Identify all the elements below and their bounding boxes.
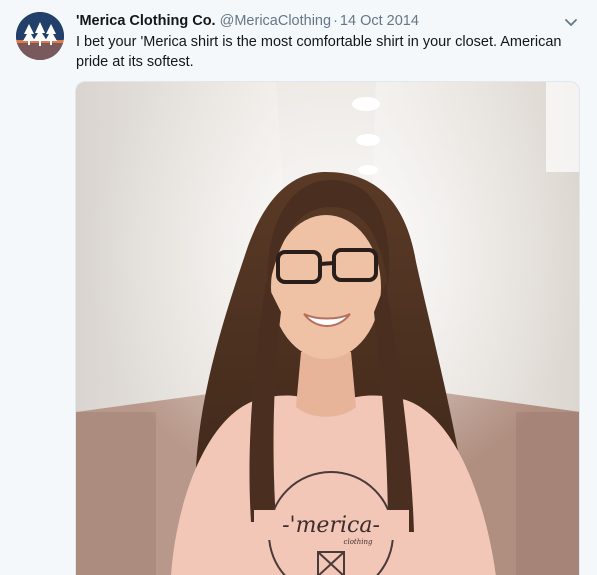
tweet-text: I bet your 'Merica shirt is the most com… bbox=[76, 34, 562, 70]
tweet-photo[interactable]: -'merica- clothing bbox=[75, 81, 580, 575]
pine-trees-logo-icon bbox=[16, 12, 64, 60]
tweet-date[interactable]: 14 Oct 2014 bbox=[340, 13, 419, 29]
user-handle[interactable]: @MericaClothing bbox=[220, 13, 331, 29]
shirt-subprint: clothing bbox=[344, 538, 373, 546]
avatar[interactable] bbox=[16, 12, 64, 60]
shirt-print: -'merica- bbox=[282, 513, 380, 538]
tweet-card[interactable]: 'Merica Clothing Co. @MericaClothing · 14 … bbox=[0, 0, 597, 575]
separator: · bbox=[333, 13, 338, 29]
display-name[interactable]: 'Merica Clothing Co. bbox=[76, 13, 216, 29]
chevron-down-icon bbox=[565, 19, 577, 26]
tweet-header: 'Merica Clothing Co. @MericaClothing · 14 … bbox=[76, 12, 557, 30]
tweet-menu-button[interactable] bbox=[562, 14, 580, 32]
